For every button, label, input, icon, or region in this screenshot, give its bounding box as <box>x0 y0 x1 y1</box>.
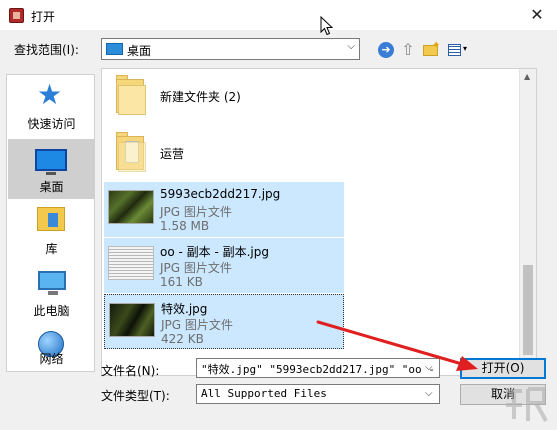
up-folder-button[interactable]: ⇧ <box>397 39 419 61</box>
lookin-dropdown[interactable]: 桌面 ⌵ <box>101 38 360 60</box>
file-name: 特效.jpg <box>161 302 208 316</box>
folder-icon <box>116 132 146 172</box>
list-item[interactable]: 特效.jpg JPG 图片文件 422 KB <box>104 294 344 349</box>
file-list[interactable]: 新建文件夹 (2) 运营 5993ecb2dd217.jpg JPG 图片文件 … <box>101 68 537 376</box>
file-name: oo - 副本 - 副本.jpg <box>160 245 269 259</box>
lookin-value: 桌面 <box>127 44 152 58</box>
quick-access-star-icon: ★ <box>37 78 63 111</box>
library-icon <box>37 207 65 231</box>
place-label: 桌面 <box>39 180 64 194</box>
place-quick-access[interactable]: ★ 快速访问 <box>8 76 95 136</box>
lookin-label: 查找范围(I): <box>14 43 79 57</box>
this-pc-icon <box>38 271 66 295</box>
place-library[interactable]: 库 <box>8 201 95 261</box>
title-bar: 打开 ✕ <box>0 0 557 31</box>
place-this-pc[interactable]: 此电脑 <box>8 263 95 323</box>
place-label: 网络 <box>39 352 64 366</box>
file-name: 新建文件夹 (2) <box>160 90 241 104</box>
filetype-label: 文件类型(T): <box>101 389 170 403</box>
file-name: 运营 <box>160 147 185 161</box>
place-desktop[interactable]: 桌面 <box>8 139 95 199</box>
vertical-scrollbar[interactable]: ▲ ▼ <box>519 69 536 375</box>
app-icon <box>9 8 24 23</box>
file-size: 1.58 MB <box>160 219 210 233</box>
places-bar: ★ 快速访问 桌面 库 此电脑 网络 <box>6 74 95 372</box>
chevron-down-icon[interactable]: ⌵ <box>425 362 433 373</box>
desktop-folder-icon <box>106 43 123 55</box>
list-item[interactable]: 5993ecb2dd217.jpg JPG 图片文件 1.58 MB <box>104 182 344 237</box>
list-item[interactable]: oo - 副本 - 副本.jpg JPG 图片文件 161 KB <box>104 238 344 293</box>
open-button[interactable]: 打开(O) <box>460 358 546 379</box>
folder-icon <box>116 75 146 115</box>
scroll-up-icon[interactable]: ▲ <box>524 72 530 81</box>
back-button[interactable]: ➜ <box>375 39 397 61</box>
dropdown-arrow-icon: ▾ <box>463 44 468 53</box>
view-list-icon <box>448 44 461 56</box>
image-thumbnail <box>108 190 154 224</box>
file-size: 161 KB <box>160 275 203 289</box>
mouse-cursor-icon <box>320 16 334 36</box>
chevron-down-icon: ⌵ <box>347 41 355 52</box>
sparkle-icon: ✦ <box>432 40 441 51</box>
scrollbar-thumb[interactable] <box>523 265 533 355</box>
file-size: 422 KB <box>161 332 204 346</box>
back-arrow-icon: ➜ <box>378 42 394 58</box>
filetype-dropdown[interactable]: All Supported Files <box>196 384 440 404</box>
chevron-down-icon[interactable]: ⌵ <box>425 388 433 399</box>
file-type: JPG 图片文件 <box>160 261 232 275</box>
file-type: JPG 图片文件 <box>161 318 233 332</box>
view-menu-button[interactable]: ▾ <box>445 39 473 61</box>
watermark-logo <box>500 383 550 428</box>
image-thumbnail <box>109 303 155 337</box>
window-title: 打开 <box>31 10 56 24</box>
close-button[interactable]: ✕ <box>525 4 549 26</box>
desktop-icon <box>35 149 67 175</box>
list-item[interactable]: 运营 <box>104 126 344 181</box>
place-label: 快速访问 <box>27 117 76 131</box>
image-thumbnail <box>108 246 154 280</box>
new-folder-button[interactable]: ✦ <box>420 39 442 61</box>
filename-label: 文件名(N): <box>101 364 160 378</box>
place-network[interactable]: 网络 <box>8 325 95 371</box>
place-label: 库 <box>45 242 58 256</box>
dialog-body: 查找范围(I): 桌面 ⌵ ➜ ⇧ ✦ ▾ ★ 快速访问 桌面 库 此电脑 网络… <box>0 31 557 430</box>
list-item[interactable]: 新建文件夹 (2) <box>104 69 344 124</box>
place-label: 此电脑 <box>33 304 70 318</box>
filename-input[interactable]: "特效.jpg" "5993ecb2dd217.jpg" "oo - <box>196 358 440 378</box>
file-name: 5993ecb2dd217.jpg <box>160 187 281 201</box>
file-type: JPG 图片文件 <box>160 205 232 219</box>
